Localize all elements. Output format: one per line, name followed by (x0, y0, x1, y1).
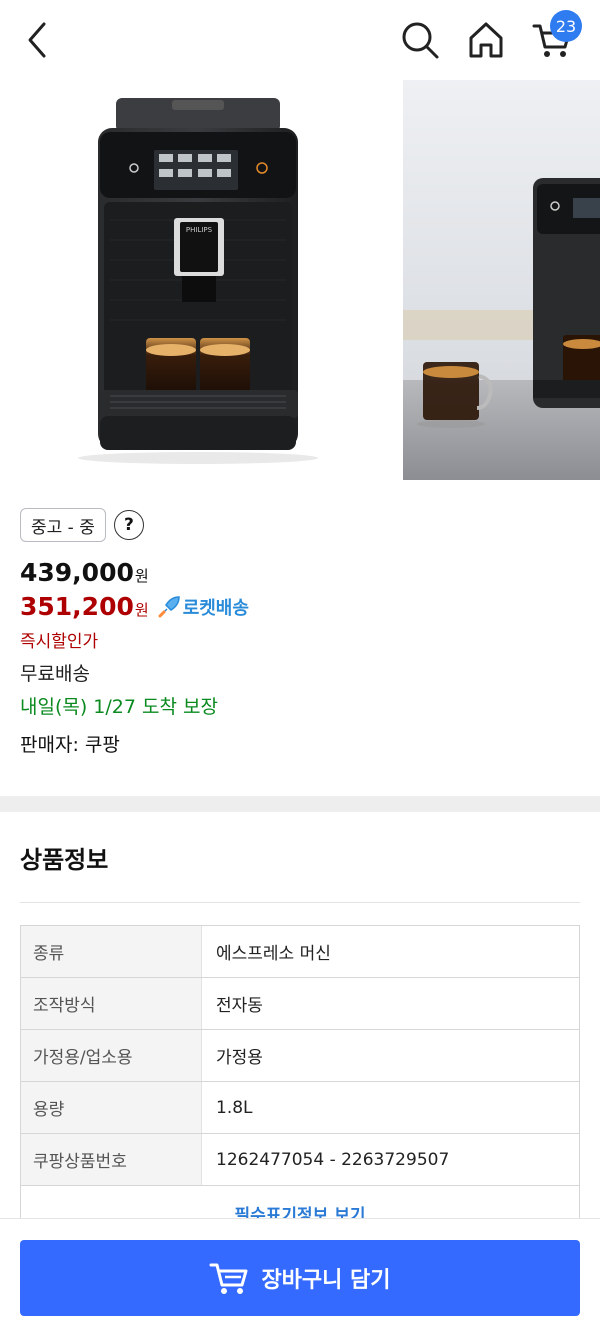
back-button[interactable] (14, 14, 62, 66)
seller-info: 판매자: 쿠팡 (20, 734, 120, 756)
free-shipping-label: 무료배송 (20, 663, 90, 685)
spec-key: 가정용/업소용 (21, 1030, 202, 1081)
product-image-lifestyle[interactable] (403, 80, 600, 480)
instant-discount-label: 즉시할인가 (20, 632, 99, 652)
arrival-guarantee: 내일(목) 1/27 도착 보장 (20, 696, 218, 718)
section-divider (0, 796, 600, 812)
home-button[interactable] (462, 14, 510, 66)
table-row: 조작방식 전자동 (21, 978, 579, 1030)
sale-price-value: 351,200 (20, 592, 134, 621)
product-image-gallery[interactable]: PHILIPS (0, 80, 600, 480)
spec-value: 1.8L (216, 1097, 253, 1118)
spec-table: 종류 에스프레소 머신 조작방식 전자동 가정용/업소용 가정용 용량 1.8L… (20, 925, 580, 1226)
original-price-currency: 원 (134, 567, 149, 585)
top-bar: 23 (0, 0, 600, 80)
spec-value: 에스프레소 머신 (216, 944, 331, 964)
product-info-title: 상품정보 (20, 846, 109, 874)
home-icon (469, 22, 503, 58)
title-underline (20, 902, 580, 903)
spec-value: 가정용 (216, 1048, 263, 1068)
table-row: 가정용/업소용 가정용 (21, 1030, 579, 1082)
svg-text:PHILIPS: PHILIPS (186, 226, 213, 234)
rocket-icon (158, 595, 180, 617)
original-price: 439,000원 (20, 558, 149, 587)
rocket-delivery-label: 로켓배송 (182, 597, 249, 619)
help-icon[interactable]: ? (113, 510, 144, 540)
condition-row: 중고 - 중 ? (20, 506, 144, 544)
sale-price-row: 351,200원 로켓배송 (20, 592, 249, 621)
cart-button[interactable]: 23 (528, 10, 582, 66)
original-price-value: 439,000 (20, 558, 134, 587)
rocket-delivery-badge: 로켓배송 (157, 594, 249, 620)
spec-value: 전자동 (216, 996, 263, 1016)
spec-key: 조작방식 (21, 978, 202, 1029)
add-to-cart-label: 장바구니 담기 (261, 1268, 391, 1293)
cart-count-badge: 23 (550, 10, 582, 42)
table-row: 종류 에스프레소 머신 (21, 926, 579, 978)
product-image-main[interactable]: PHILIPS (0, 80, 396, 480)
chevron-left-icon (28, 22, 46, 58)
cart-icon (209, 1263, 248, 1294)
sale-price: 351,200원 (20, 592, 149, 621)
condition-chip[interactable]: 중고 - 중 (20, 508, 106, 542)
spec-key: 용량 (21, 1082, 202, 1133)
spec-key: 쿠팡상품번호 (21, 1134, 202, 1185)
search-icon (402, 22, 439, 59)
table-row: 용량 1.8L (21, 1082, 579, 1134)
search-button[interactable] (396, 14, 444, 66)
spec-value: 1262477054 - 2263729507 (216, 1149, 450, 1170)
table-row: 쿠팡상품번호 1262477054 - 2263729507 (21, 1134, 579, 1186)
spec-key: 종류 (21, 926, 202, 977)
sale-price-currency: 원 (134, 601, 149, 619)
add-to-cart-button[interactable]: 장바구니 담기 (20, 1240, 580, 1316)
bottom-action-bar: 장바구니 담기 (0, 1218, 600, 1334)
